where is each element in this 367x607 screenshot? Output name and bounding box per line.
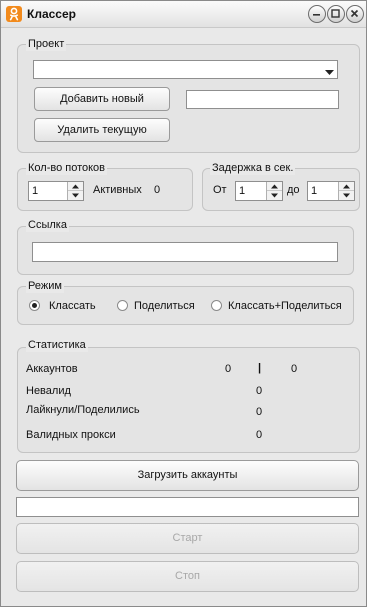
mode-radio-klassat-share[interactable] <box>211 300 222 311</box>
delay-from-spinbox[interactable]: 1 <box>235 181 283 201</box>
mode-option-share-label[interactable]: Поделиться <box>134 300 195 312</box>
stop-button[interactable]: Стоп <box>16 561 359 592</box>
delay-from-label: От <box>213 184 227 196</box>
spin-up-icon[interactable] <box>68 182 83 191</box>
title-bar: Классер <box>1 1 366 28</box>
delay-to-label: до <box>287 184 300 196</box>
spin-up-icon[interactable] <box>267 182 282 191</box>
threads-value: 1 <box>32 185 39 197</box>
link-input[interactable] <box>32 242 338 262</box>
mode-radio-klassat[interactable] <box>29 300 40 311</box>
liked-label: Лайкнули/Поделились <box>26 404 140 416</box>
accounts-separator: | <box>258 362 262 374</box>
threads-spinbox[interactable]: 1 <box>28 181 84 201</box>
accounts-label: Аккаунтов <box>26 363 78 375</box>
mode-legend: Режим <box>26 280 64 293</box>
spin-down-icon[interactable] <box>68 191 83 200</box>
start-button[interactable]: Старт <box>16 523 359 554</box>
delay-to-spinner-arrows <box>338 182 354 200</box>
close-button[interactable] <box>346 5 364 23</box>
app-window: Классер Проект Добавить новый Удалить те… <box>0 0 367 607</box>
log-field[interactable] <box>16 497 359 517</box>
delay-from-value: 1 <box>239 185 246 197</box>
minimize-button[interactable] <box>308 5 326 23</box>
mode-option-klassat-share-label[interactable]: Классать+Поделиться <box>228 300 342 312</box>
dropdown-arrow-icon[interactable] <box>325 67 334 79</box>
delete-project-button[interactable]: Удалить текущую <box>34 118 170 142</box>
delay-legend: Задержка в сек. <box>210 162 296 175</box>
accounts-value-2: 0 <box>291 363 298 375</box>
spin-up-icon[interactable] <box>339 182 354 191</box>
add-project-button[interactable]: Добавить новый <box>34 87 170 111</box>
stats-legend: Статистика <box>26 339 88 352</box>
mode-option-klassat-label[interactable]: Классать <box>49 300 96 312</box>
maximize-button[interactable] <box>327 5 345 23</box>
accounts-value-1: 0 <box>225 363 232 375</box>
liked-value: 0 <box>256 406 263 418</box>
delay-to-spinbox[interactable]: 1 <box>307 181 355 201</box>
threads-legend: Кол-во потоков <box>26 162 108 175</box>
delay-from-spinner-arrows <box>266 182 282 200</box>
threads-spinner-arrows <box>67 182 83 200</box>
window-title: Классер <box>27 7 76 21</box>
invalid-value: 0 <box>256 385 263 397</box>
link-legend: Ссылка <box>26 219 69 232</box>
project-legend: Проект <box>26 38 67 51</box>
delay-to-value: 1 <box>311 185 318 197</box>
mode-radio-share[interactable] <box>117 300 128 311</box>
active-threads-count: 0 <box>154 184 161 196</box>
active-threads-label: Активных <box>93 184 142 196</box>
new-project-name-input[interactable] <box>186 90 339 109</box>
valid-proxy-value: 0 <box>256 429 263 441</box>
invalid-label: Невалид <box>26 385 71 397</box>
spin-down-icon[interactable] <box>339 191 354 200</box>
project-select[interactable] <box>33 60 338 79</box>
load-accounts-button[interactable]: Загрузить аккаунты <box>16 460 359 491</box>
spin-down-icon[interactable] <box>267 191 282 200</box>
valid-proxy-label: Валидных прокси <box>26 429 116 441</box>
odnoklassniki-logo-icon <box>6 6 22 22</box>
